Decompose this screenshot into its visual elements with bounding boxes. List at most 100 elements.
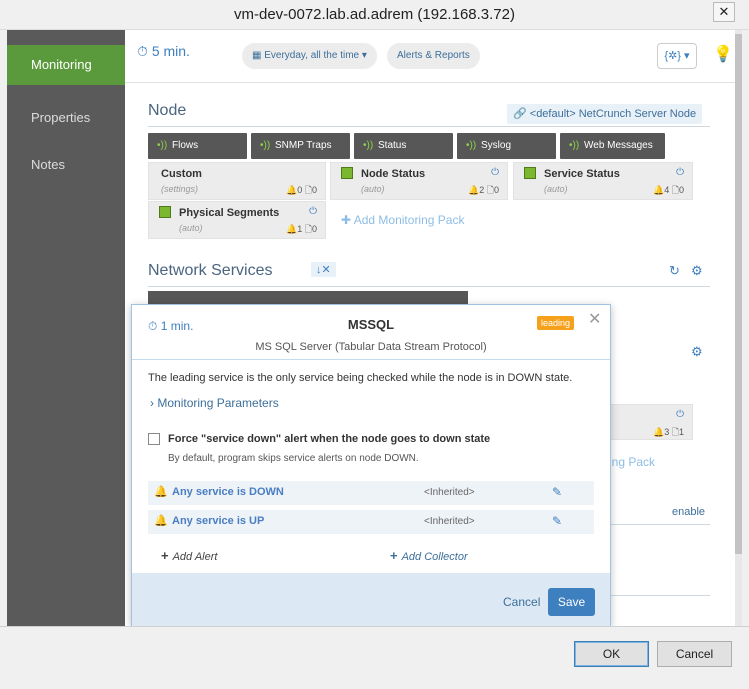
alerts-reports-button[interactable]: Alerts & Reports [387, 43, 480, 69]
stopwatch-icon: ⏱ [137, 43, 148, 59]
enable-link[interactable]: enable [672, 506, 705, 518]
monitoring-interval[interactable]: ⏱ 5 min. [137, 43, 190, 60]
pencil-icon[interactable]: ✎ [552, 514, 562, 528]
flows-button[interactable]: •)) Flows [148, 133, 247, 159]
monitoring-parameters-label: Monitoring Parameters [157, 396, 279, 410]
power-icon[interactable]: ⏻ [491, 167, 499, 178]
card-sub: (auto) [179, 223, 203, 233]
link-icon: 🔗 [513, 108, 527, 120]
sidebar-item-properties[interactable]: Properties [7, 98, 125, 138]
force-service-down-label[interactable]: Force "service down" alert when the node… [168, 433, 490, 445]
leading-badge: leading [537, 316, 575, 330]
dialog-footer: OK Cancel [0, 626, 749, 689]
power-icon[interactable]: ⏻ [676, 167, 684, 178]
card-name: Physical Segments [179, 207, 280, 219]
monitoring-pack-card-custom[interactable]: Custom (settings) 🔔0 🗋0 [148, 162, 326, 200]
settings-dropdown[interactable]: {✲} ▾ [657, 43, 697, 69]
monitoring-pack-card-physical-segments[interactable]: Physical Segments (auto) ⏻ 🔔1 🗋0 [148, 201, 326, 239]
leading-description: The leading service is the only service … [148, 372, 573, 384]
chevron-down-icon: ▾ [684, 50, 690, 62]
alert-status: <Inherited> [424, 516, 475, 527]
chevron-down-icon: ▾ [361, 50, 367, 61]
divider [605, 524, 710, 525]
network-services-title: Network Services [148, 262, 273, 279]
card-sub: (auto) [544, 184, 568, 194]
bell-icon: 🔔 [154, 515, 168, 527]
scrollbar-thumb[interactable] [735, 34, 742, 554]
ok-button[interactable]: OK [574, 641, 649, 667]
card-counts: 🔔2 🗋0 [468, 185, 499, 195]
card-name: Node Status [361, 168, 426, 180]
close-icon[interactable]: ✕ [588, 309, 601, 329]
monitoring-interval-label: 5 min. [151, 43, 190, 59]
add-collector-link[interactable]: + Add Collector [390, 548, 468, 563]
syslog-button[interactable]: •)) Syslog [457, 133, 556, 159]
service-subtitle: MS SQL Server (Tabular Data Stream Proto… [255, 341, 487, 353]
default-template-label: <default> NetCrunch Server Node [529, 108, 697, 120]
add-alert-link[interactable]: + Add Alert [161, 548, 217, 563]
schedule-dropdown[interactable]: ▦ Everyday, all the time ▾ [242, 43, 377, 69]
divider [605, 595, 710, 596]
signal-icon: •)) [466, 140, 477, 151]
calendar-icon: ▦ [252, 50, 262, 61]
alert-name: Any service is DOWN [172, 486, 284, 498]
web-messages-button[interactable]: •)) Web Messages [560, 133, 665, 159]
alert-row[interactable]: 🔔 Any service is UP <Inherited> ✎ [148, 510, 594, 534]
schedule-label: Everyday, all the time [264, 50, 360, 61]
chevron-right-icon: › [150, 396, 154, 410]
snmp-traps-label: SNMP Traps [275, 140, 332, 151]
signal-icon: •)) [157, 140, 168, 151]
snmp-traps-button[interactable]: •)) SNMP Traps [251, 133, 350, 159]
status-button[interactable]: •)) Status [354, 133, 453, 159]
gear-icon[interactable]: ⚙ [691, 344, 703, 360]
signal-icon: •)) [260, 140, 271, 151]
signal-icon: •)) [569, 140, 580, 151]
popup-save-button[interactable]: Save [548, 588, 595, 616]
pencil-icon[interactable]: ✎ [552, 485, 562, 499]
card-name: Custom [161, 168, 202, 180]
card-counts: 🔔3 🗋1 [653, 427, 684, 437]
sidebar: Monitoring Properties Notes [7, 30, 133, 626]
window-title: vm-dev-0072.lab.ad.adrem (192.168.3.72) [233, 6, 515, 23]
cancel-button[interactable]: Cancel [657, 641, 732, 667]
default-template-tag[interactable]: 🔗 <default> NetCrunch Server Node [507, 104, 703, 124]
plus-icon: ✚ [341, 213, 352, 227]
status-label: Status [378, 140, 407, 151]
divider [148, 126, 710, 127]
alert-row[interactable]: 🔔 Any service is DOWN <Inherited> ✎ [148, 481, 594, 505]
window-close-button[interactable]: ✕ [713, 2, 735, 22]
card-counts: 🔔0 🗋0 [286, 185, 317, 195]
monitoring-pack-card-node-status[interactable]: Node Status (auto) ⏻ 🔔2 🗋0 [330, 162, 508, 200]
flows-label: Flows [172, 140, 199, 151]
refresh-icon[interactable]: ↻ [669, 263, 680, 279]
gear-icon: {✲} [664, 50, 681, 62]
power-icon[interactable]: ⏻ [676, 409, 684, 420]
sidebar-item-monitoring[interactable]: Monitoring [7, 45, 133, 85]
cube-icon [159, 206, 171, 218]
add-monitoring-pack-label: Add Monitoring Pack [353, 213, 465, 227]
signal-icon: •)) [363, 140, 374, 151]
add-monitoring-pack-link-partial[interactable]: ing Pack [609, 455, 655, 469]
sort-icon[interactable]: ↓✕ [311, 262, 336, 277]
monitoring-pack-card-service-status[interactable]: Service Status (auto) ⏻ 🔔4 🗋0 [513, 162, 693, 200]
divider [148, 286, 710, 287]
card-sub: (auto) [361, 184, 385, 194]
power-icon[interactable]: ⏻ [309, 206, 317, 217]
monitoring-parameters-link[interactable]: › Monitoring Parameters [150, 396, 279, 410]
add-monitoring-pack-link[interactable]: ✚ Add Monitoring Pack [341, 213, 464, 227]
syslog-label: Syslog [481, 140, 512, 151]
card-name: Service Status [544, 168, 620, 180]
gear-icon[interactable]: ⚙ [691, 263, 703, 279]
cube-icon [341, 167, 353, 179]
web-messages-label: Web Messages [584, 140, 653, 151]
card-counts: 🔔1 🗋0 [286, 224, 317, 234]
force-service-down-checkbox[interactable] [148, 433, 160, 445]
popup-cancel-button[interactable]: Cancel [503, 595, 540, 609]
service-card-partial[interactable]: ⏻ 🔔3 🗋1 [605, 404, 693, 440]
scrollbar[interactable] [735, 30, 742, 626]
lightbulb-icon[interactable]: 💡 [713, 44, 733, 64]
card-sub: (settings) [161, 184, 199, 194]
sidebar-item-notes[interactable]: Notes [7, 145, 125, 185]
add-collector-label: Add Collector [401, 551, 468, 563]
node-section-title: Node [148, 102, 187, 119]
